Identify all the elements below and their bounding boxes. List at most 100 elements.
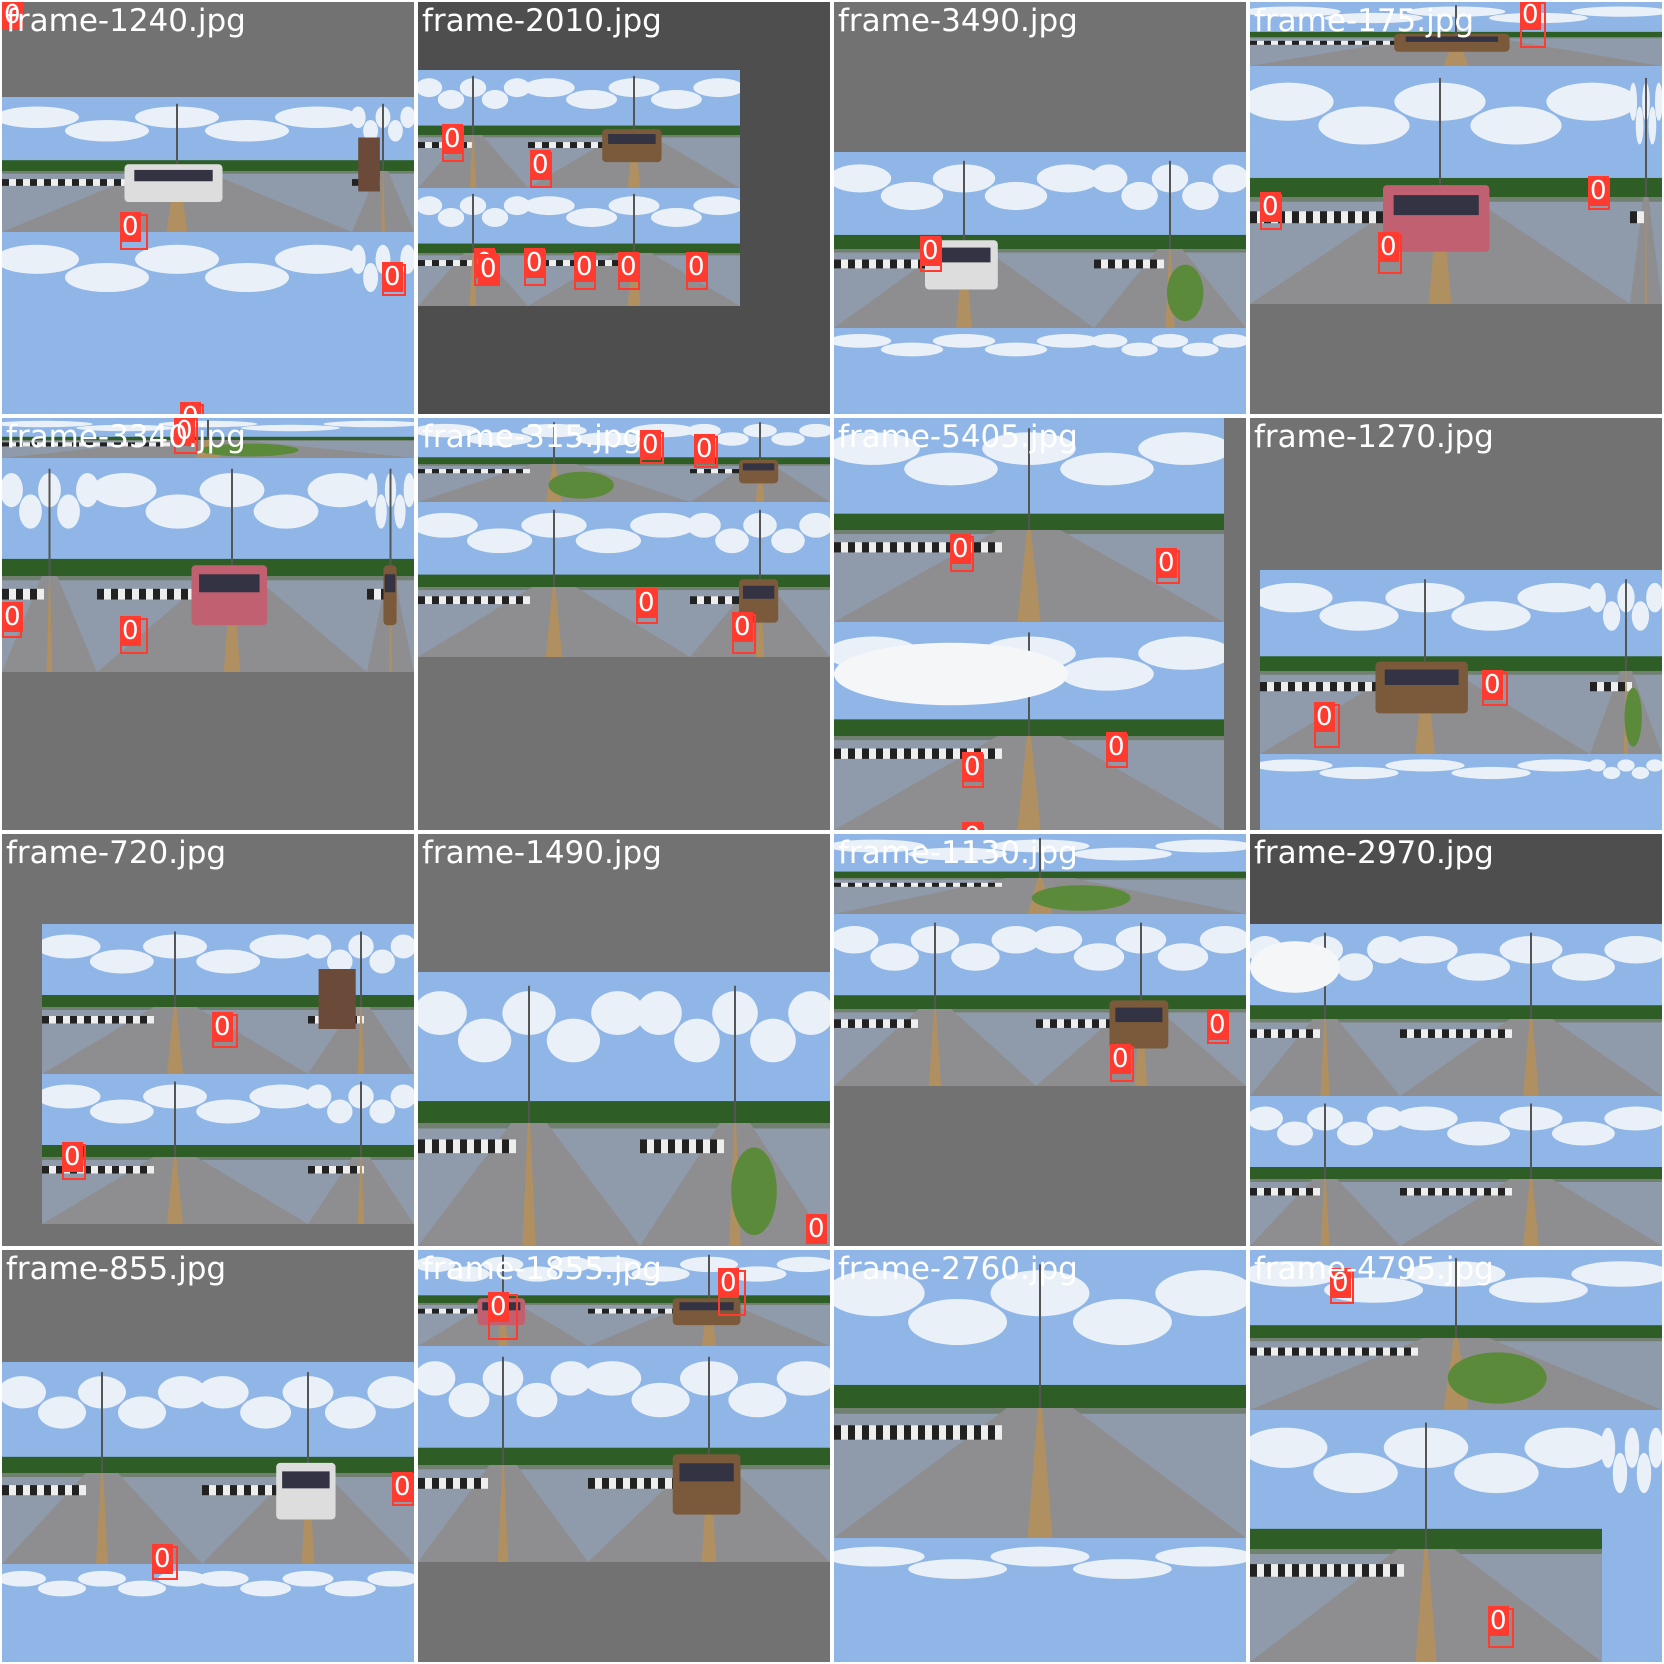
- detection-box: 0: [524, 248, 546, 286]
- mosaic-cell: frame-2010.jpg00000000: [418, 2, 830, 414]
- frame-photo-tile: [1400, 924, 1662, 1096]
- class-label: 0: [442, 124, 463, 154]
- frame-photo-tile: [418, 70, 528, 188]
- mosaic-cell: frame-4795.jpg 0 0: [1250, 1250, 1662, 1662]
- frame-photo-tile: [2, 458, 97, 672]
- frame-filename-label: frame-720.jpg: [6, 835, 227, 871]
- frame-photo-tile: [2, 1362, 202, 1564]
- frame-photo-tile: [308, 1074, 414, 1224]
- detection-box: 0: [1110, 1044, 1134, 1082]
- frame-filename-label: frame-3490.jpg: [838, 3, 1078, 39]
- mosaic-cell: frame-1130.jpg 0 0: [834, 834, 1246, 1246]
- class-label: 0: [1482, 670, 1503, 700]
- frame-photo-tile: [202, 1564, 414, 1662]
- class-label: 0: [806, 1214, 827, 1244]
- frame-photo-tile: [528, 70, 740, 188]
- class-label: 0: [1588, 176, 1609, 206]
- class-label: 0: [1488, 1606, 1509, 1636]
- class-label: 0: [962, 752, 983, 782]
- class-label: 0: [1207, 1010, 1228, 1040]
- frame-filename-label: frame-5405.jpg: [838, 419, 1078, 455]
- class-label: 0: [62, 1142, 83, 1172]
- class-label: 0: [686, 252, 707, 282]
- class-label: 0: [636, 588, 657, 618]
- frame-filename-label: frame-1130.jpg: [838, 835, 1078, 871]
- detection-box: 0: [694, 434, 718, 468]
- class-label: 0: [1314, 702, 1335, 732]
- class-label: 0: [1378, 232, 1399, 262]
- detection-box: 0: [1588, 176, 1610, 210]
- mosaic-cell: frame-5405.jpg 0 0 0 0 0: [834, 418, 1246, 830]
- mosaic-cell: frame-3490.jpg 0: [834, 2, 1246, 414]
- class-label: 0: [574, 252, 595, 282]
- frame-filename-label: frame-2970.jpg: [1254, 835, 1494, 871]
- class-label: 0: [2, 602, 23, 632]
- frame-photo-tile: [1250, 924, 1400, 1096]
- frame-filename-label: frame-175.jpg: [1254, 3, 1475, 39]
- frame-photo-tile: [1590, 754, 1662, 830]
- frame-filename-label: frame-2760.jpg: [838, 1251, 1078, 1287]
- detection-box: 0: [120, 212, 148, 250]
- class-label: 0: [950, 534, 971, 564]
- class-label: 0: [1110, 1044, 1131, 1074]
- frame-photo-tile: [352, 97, 414, 232]
- detection-box: 0: [1378, 232, 1402, 274]
- detection-box: 0: [1260, 192, 1282, 230]
- mosaic-cell: frame-3340.jpg 0 0 0: [2, 418, 414, 830]
- frame-filename-label: frame-315.jpg: [422, 419, 643, 455]
- detection-box: 0: [392, 1472, 414, 1506]
- mosaic-cell: frame-315.jpg 0 0 0 0: [418, 418, 830, 830]
- frame-photo-tile: [1260, 754, 1590, 830]
- frame-photo-tile: [1094, 152, 1246, 328]
- class-label: 0: [1260, 192, 1281, 222]
- frame-photo-tile: [1630, 66, 1662, 304]
- mosaic-cell: frame-2970.jpg: [1250, 834, 1662, 1246]
- detection-box: 0: [2, 602, 23, 638]
- frame-photo-tile: [834, 328, 1094, 414]
- detection-box: 0: [686, 252, 708, 290]
- class-label: 0: [732, 612, 753, 642]
- detection-box: 0: [152, 1544, 178, 1580]
- frame-photo-tile: [1400, 1096, 1662, 1246]
- frame-photo-tile: [1250, 66, 1630, 304]
- class-label: 0: [640, 430, 661, 460]
- class-label: 0: [212, 1012, 233, 1042]
- detection-box: 0: [1106, 732, 1128, 768]
- detection-box: 0: [1482, 670, 1508, 706]
- frame-photo-tile: [1250, 1410, 1602, 1662]
- class-label: 0: [180, 402, 201, 414]
- class-label: 0: [392, 1472, 413, 1502]
- detection-box: 0: [212, 1012, 238, 1048]
- frame-photo-tile: [1094, 328, 1246, 414]
- frame-photo-tile: [367, 458, 414, 672]
- detection-box: 0: [1156, 548, 1180, 584]
- frame-photo-tile: [1260, 570, 1590, 754]
- frame-filename-label: frame-1240.jpg: [6, 3, 246, 39]
- frame-filename-label: frame-1490.jpg: [422, 835, 662, 871]
- mosaic-cell: frame-175.jpg 0 0 0 0: [1250, 2, 1662, 414]
- detection-box: 0: [478, 254, 500, 286]
- class-label: 0: [1520, 2, 1541, 30]
- mosaic-cell: frame-2760.jpg: [834, 1250, 1246, 1662]
- detection-box: 0: [62, 1142, 86, 1180]
- frame-photo-tile: [1602, 1410, 1662, 1662]
- mosaic-cell: frame-1490.jpg 0: [418, 834, 830, 1246]
- mosaic-cell: frame-720.jpg 0 0: [2, 834, 414, 1246]
- detection-box: 0: [488, 1292, 518, 1340]
- class-label: 0: [120, 616, 141, 646]
- detection-box: 0: [636, 588, 658, 624]
- mosaic-cell: frame-855.jpg 0 0: [2, 1250, 414, 1662]
- frame-photo-tile: [834, 1250, 1246, 1538]
- detection-box: 0: [962, 752, 984, 788]
- detection-box: 0: [382, 262, 406, 296]
- class-label: 0: [120, 212, 141, 242]
- detection-box: 0: [962, 822, 984, 830]
- class-label: 0: [478, 254, 499, 284]
- frame-photo-tile: [588, 1346, 830, 1562]
- detection-box: 0: [1488, 1606, 1514, 1648]
- frame-photo-tile: [202, 1362, 414, 1564]
- frame-photo-tile: [834, 1538, 1246, 1662]
- detection-box: 0: [120, 616, 148, 654]
- frame-photo-tile: [418, 1346, 588, 1562]
- frame-photo-tile: [418, 188, 528, 306]
